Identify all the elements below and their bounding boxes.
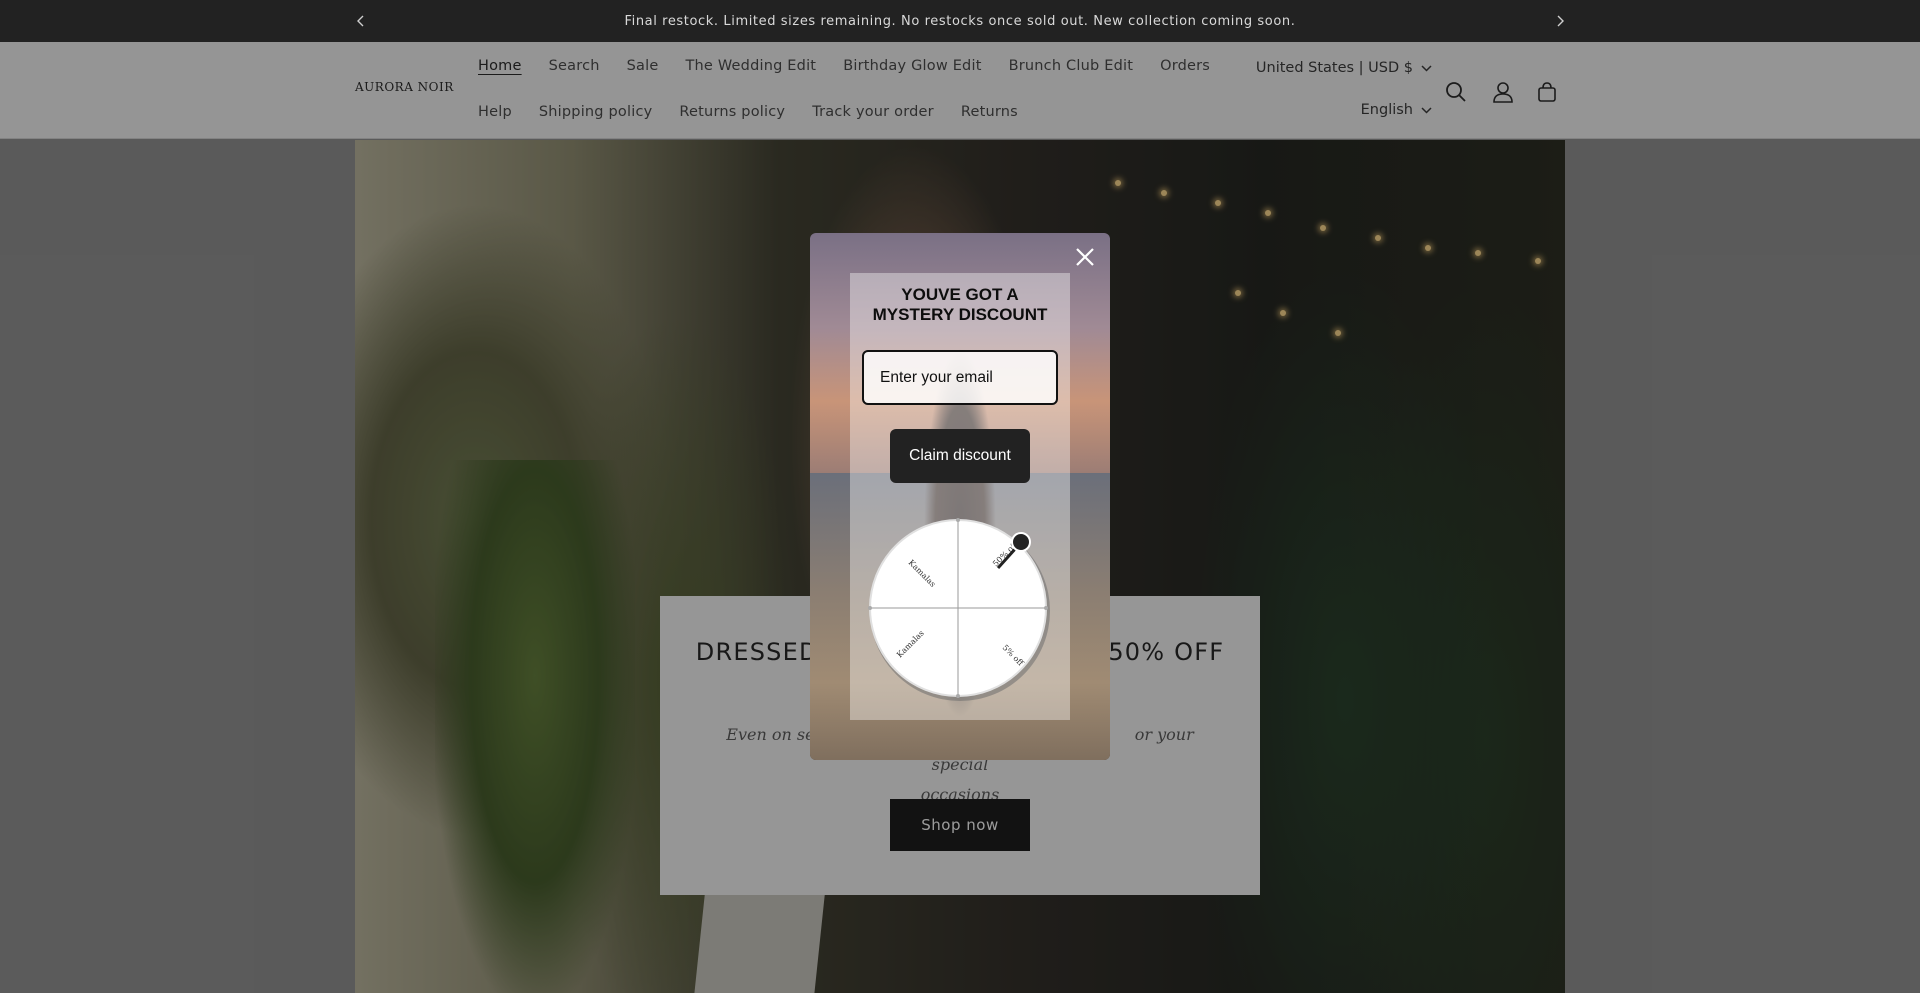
popup-headline: YOUVE GOT A MYSTERY DISCOUNT xyxy=(850,285,1070,325)
discount-popup: YOUVE GOT A MYSTERY DISCOUNT Claim disco… xyxy=(810,233,1110,760)
spin-wheel[interactable]: Kamalas 50% off Kamalas 5% off xyxy=(868,513,1053,703)
chevron-left-icon[interactable] xyxy=(351,11,371,31)
announcement-bar: Final restock. Limited sizes remaining. … xyxy=(0,0,1920,42)
chevron-right-icon[interactable] xyxy=(1550,11,1570,31)
email-field[interactable] xyxy=(862,350,1058,405)
announcement-text: Final restock. Limited sizes remaining. … xyxy=(624,13,1296,29)
popup-headline-line2: MYSTERY DISCOUNT xyxy=(872,305,1048,324)
close-icon[interactable] xyxy=(1071,243,1099,271)
claim-discount-button[interactable]: Claim discount xyxy=(890,429,1030,483)
popup-headline-line1: YOUVE GOT A xyxy=(901,285,1019,304)
